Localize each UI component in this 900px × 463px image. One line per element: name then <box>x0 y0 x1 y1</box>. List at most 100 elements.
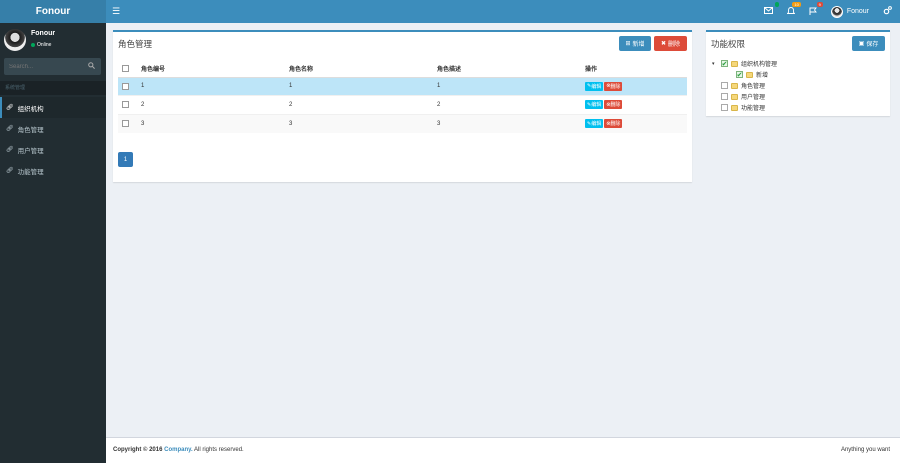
edit-button[interactable]: ✎ 编辑 <box>585 81 604 91</box>
column-header[interactable]: 角色编号 <box>137 60 285 78</box>
sidebar-item-users[interactable]: 🔗︎ 用户管理 <box>0 139 106 160</box>
roles-table: 角色编号 角色名称 角色描述 操作 1 1 1 ✎编辑⊗删除 2 2 2 <box>118 60 687 133</box>
row-delete-button[interactable]: ⊗ 删除 <box>604 100 623 110</box>
sidebar-item-roles[interactable]: 🔗︎ 角色管理 <box>0 118 106 139</box>
notifications-icon[interactable]: 10 <box>786 1 801 17</box>
delete-role-button[interactable]: ✖ 删除 <box>654 36 687 51</box>
row-select-cell <box>118 95 137 114</box>
tree-expander-icon[interactable]: ▾ <box>712 61 718 67</box>
sidebar-item-label: 功能管理 <box>17 168 44 176</box>
sidebar-item-label: 角色管理 <box>17 126 44 134</box>
table-row[interactable]: 3 3 3 ✎ 编辑 ⊗ 删除 <box>118 113 687 133</box>
row-checkbox[interactable] <box>122 82 129 90</box>
messages-icon[interactable] <box>763 2 779 16</box>
add-role-button[interactable]: ⊞ 新增 <box>619 36 651 51</box>
link-icon: 🔗︎ <box>6 168 14 174</box>
select-all-cell <box>118 60 137 78</box>
role-code-cell: 3 <box>137 113 285 133</box>
notifications-badge: 10 <box>792 1 801 7</box>
tree-node-add[interactable]: ✔ 新增 <box>712 69 777 80</box>
user-panel: Fonour Online <box>4 27 102 55</box>
footer-tagline: Anything you want <box>840 447 890 453</box>
folder-icon <box>731 82 738 89</box>
row-delete-button[interactable]: ⊗ 删除 <box>604 119 623 128</box>
search-input[interactable] <box>4 58 84 75</box>
pagination-page-1[interactable]: 1 <box>118 152 133 167</box>
folder-icon <box>731 60 738 67</box>
tree-node-label: 组织机构管理 <box>741 62 778 68</box>
select-all-checkbox[interactable] <box>122 64 129 72</box>
user-menu[interactable]: Fonour <box>830 5 869 18</box>
tree-node-functions[interactable]: 功能管理 <box>712 102 777 113</box>
sidebar-toggle-icon[interactable]: ☰ <box>112 6 120 17</box>
row-actions-cell: ✎ 编辑 ⊗ 删除 <box>581 113 687 133</box>
add-role-label: 新增 <box>632 42 645 48</box>
link-icon: 🔗︎ <box>6 105 14 111</box>
tree-checkbox[interactable] <box>721 82 728 89</box>
user-avatar <box>4 29 26 51</box>
navbar-right: 10 9 Fonour <box>763 0 892 23</box>
permissions-title: 功能权限 <box>711 39 746 49</box>
edit-label: 编辑 <box>591 102 602 109</box>
tree-node-label: 用户管理 <box>741 95 766 101</box>
search-icon[interactable] <box>88 62 95 71</box>
row-delete-label: 删除 <box>610 83 621 90</box>
user-status: Online <box>31 42 51 48</box>
sidebar-search <box>4 58 101 75</box>
sidebar-item-label: 用户管理 <box>17 147 44 155</box>
save-button[interactable]: ▣ 保存 <box>852 36 885 51</box>
tree-checkbox[interactable] <box>721 104 728 111</box>
edit-label: 编辑 <box>591 83 602 90</box>
role-code-cell: 2 <box>137 95 285 114</box>
row-select-cell <box>118 76 137 96</box>
save-label: 保存 <box>866 42 879 48</box>
plus-square-icon: ⊞ <box>625 41 631 47</box>
folder-icon <box>731 93 738 100</box>
row-checkbox[interactable] <box>122 119 129 127</box>
table-row[interactable]: 2 2 2 ✎ 编辑 ⊗ 删除 <box>118 95 687 114</box>
row-delete-label: 删除 <box>610 102 621 109</box>
online-dot-icon <box>31 43 35 47</box>
company-link[interactable]: Company. <box>164 447 193 453</box>
table-header-row: 角色编号 角色名称 角色描述 操作 <box>118 60 687 78</box>
permission-tree: ▾ ✔ 组织机构管理 ✔ 新增 角色管理 用户管理 功能管理 <box>712 58 777 113</box>
user-name: Fonour <box>31 30 56 37</box>
folder-icon <box>731 104 738 111</box>
role-name-cell: 3 <box>285 113 433 133</box>
flag-icon[interactable]: 9 <box>809 1 823 17</box>
edit-button[interactable]: ✎ 编辑 <box>585 119 604 128</box>
row-delete-label: 删除 <box>610 121 621 127</box>
sidebar-item-label: 组织机构 <box>17 105 44 113</box>
tree-node-roles[interactable]: 角色管理 <box>712 80 777 91</box>
tree-checkbox[interactable] <box>721 93 728 100</box>
edit-label: 编辑 <box>591 121 602 127</box>
rights-text: All rights reserved. <box>192 447 244 453</box>
tree-checkbox[interactable]: ✔ <box>736 71 743 79</box>
tree-node-label: 功能管理 <box>741 106 766 112</box>
roles-panel: 角色管理 ⊞ 新增 ✖ 删除 角色编号 角色名称 角色描述 操作 1 1 1 ✎… <box>113 30 692 182</box>
table-row[interactable]: 1 1 1 ✎ 编辑 ⊗ 删除 <box>118 76 687 96</box>
tree-checkbox[interactable]: ✔ <box>721 60 728 68</box>
role-desc-cell: 2 <box>433 95 581 114</box>
app-logo[interactable]: Fonour <box>0 0 106 23</box>
copyright: Copyright © 2016 Company. All rights res… <box>113 447 244 453</box>
row-checkbox[interactable] <box>122 101 129 109</box>
tree-node-org[interactable]: ▾ ✔ 组织机构管理 <box>712 58 777 69</box>
sidebar: Fonour Online 系统管理 🔗︎ 组织机构 🔗︎ 角色管理 🔗︎ 用户… <box>0 23 106 463</box>
sidebar-section-header: 系统管理 <box>0 81 106 95</box>
tree-node-users[interactable]: 用户管理 <box>712 91 777 102</box>
row-delete-button[interactable]: ⊗ 删除 <box>604 81 623 91</box>
gears-icon[interactable] <box>883 6 892 17</box>
edit-button[interactable]: ✎ 编辑 <box>585 100 604 110</box>
folder-icon <box>746 71 753 78</box>
column-header[interactable]: 角色描述 <box>433 60 581 78</box>
role-name-cell: 1 <box>285 76 433 96</box>
role-name-cell: 2 <box>285 95 433 114</box>
avatar <box>830 5 843 18</box>
close-icon: ✖ <box>660 41 666 47</box>
column-header[interactable]: 角色名称 <box>285 60 433 78</box>
main-footer: Copyright © 2016 Company. All rights res… <box>106 437 900 463</box>
row-actions-cell: ✎ 编辑 ⊗ 删除 <box>581 76 687 96</box>
sidebar-item-functions[interactable]: 🔗︎ 功能管理 <box>0 160 106 181</box>
sidebar-item-org[interactable]: 🔗︎ 组织机构 <box>0 97 106 118</box>
